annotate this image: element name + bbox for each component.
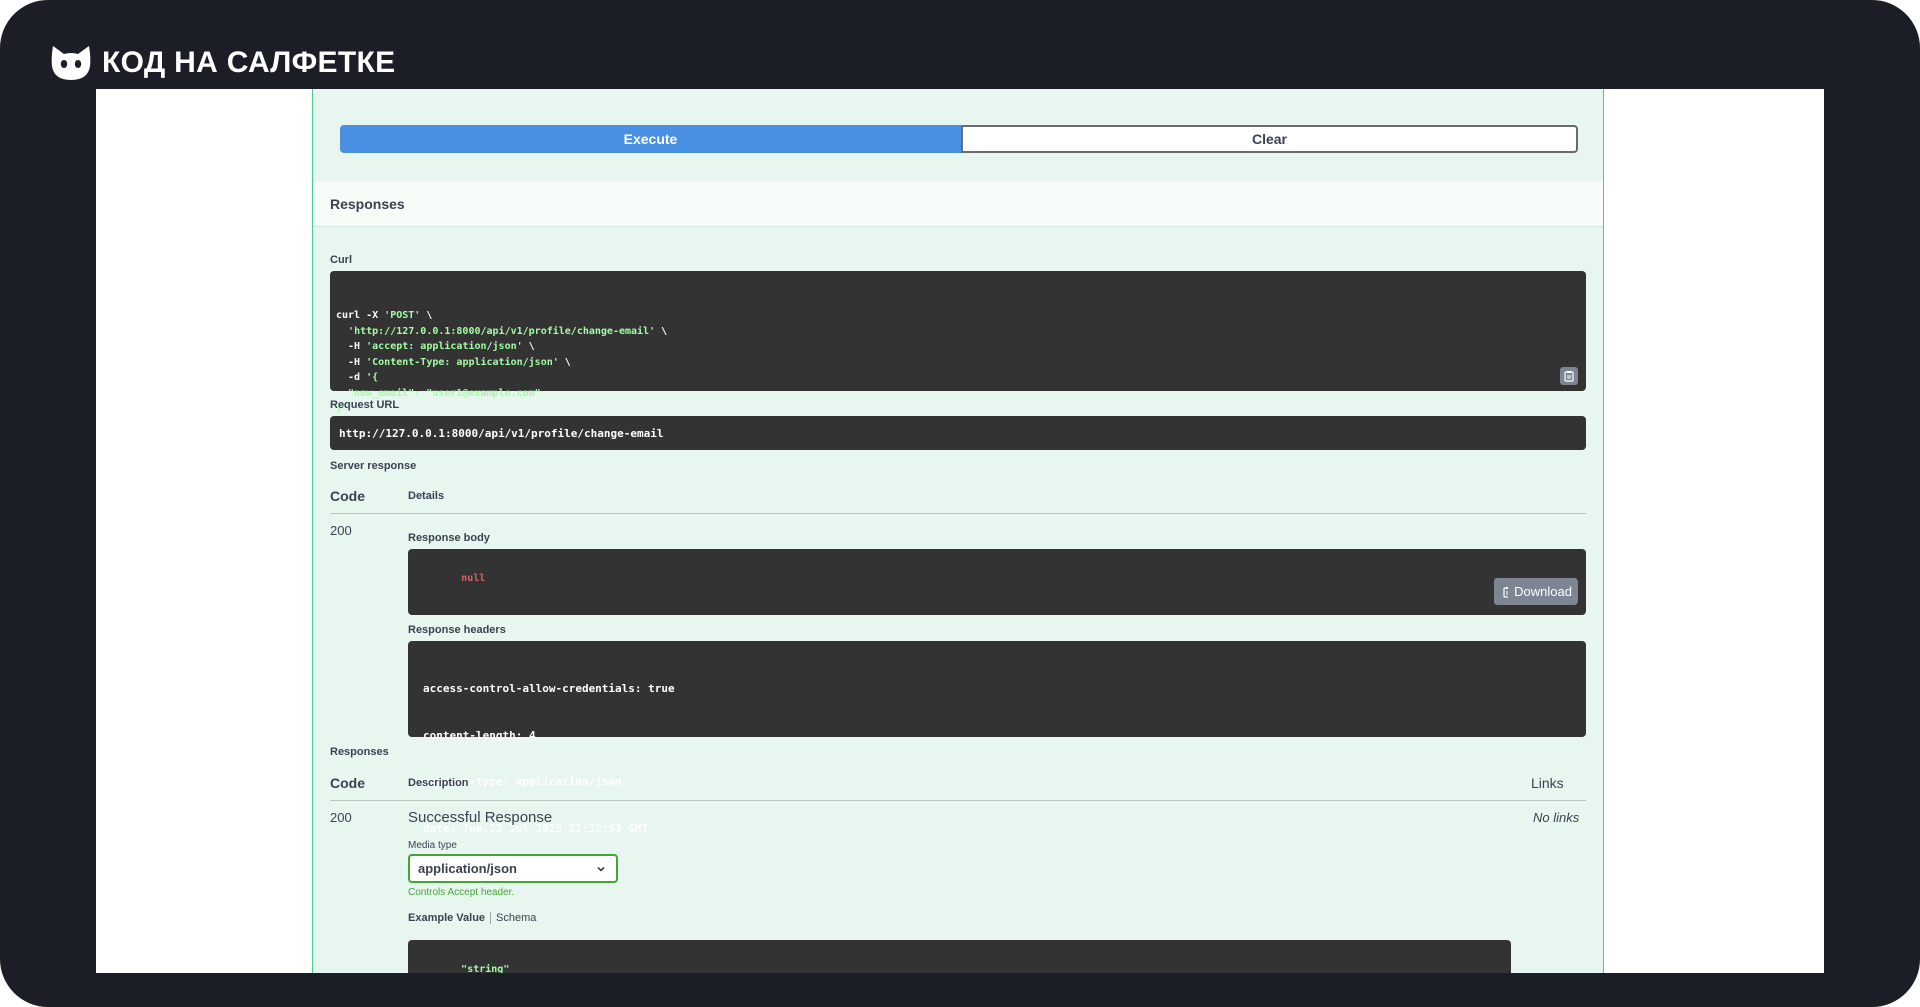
header-line: content-length: 4 bbox=[423, 728, 536, 742]
tab-schema[interactable]: Schema bbox=[496, 912, 536, 924]
curl-line-plain: -d bbox=[336, 372, 367, 383]
curl-line-plain: -H bbox=[336, 341, 367, 352]
curl-line: -d '{ bbox=[336, 370, 1580, 386]
responses-col-links: Links bbox=[1531, 775, 1564, 791]
media-type-label: Media type bbox=[408, 840, 457, 851]
curl-code-block[interactable]: curl -X 'POST' \ 'http://127.0.0.1:8000/… bbox=[330, 271, 1586, 414]
curl-line: }' bbox=[336, 401, 1580, 417]
divider bbox=[330, 800, 1586, 801]
media-type-select[interactable]: application/json bbox=[408, 854, 618, 883]
header-line: date: Tue,22 Jul 2025 21:32:53 GMT bbox=[423, 821, 649, 835]
header-line: content-type: application/json bbox=[423, 775, 622, 788]
example-value: "string" bbox=[461, 963, 510, 974]
browser-viewport: Execute Clear Responses Curl curl -X 'PO… bbox=[96, 89, 1824, 973]
copy-curl-button[interactable] bbox=[1560, 367, 1578, 385]
responses-col-description: Description bbox=[408, 777, 469, 789]
curl-line-string: 'accept: application/json' bbox=[366, 341, 523, 352]
divider bbox=[330, 513, 1586, 514]
response-body-label: Response body bbox=[408, 532, 490, 544]
curl-line-string: "new_email": "user1@example.com" bbox=[336, 387, 541, 399]
request-url-label: Request URL bbox=[330, 399, 400, 411]
curl-line: 'http://127.0.0.1:8000/api/v1/profile/ch… bbox=[336, 324, 1580, 340]
response-body-value: null bbox=[461, 572, 486, 584]
curl-line: -H 'Content-Type: application/json' \ bbox=[336, 355, 1580, 371]
brand-name: КОД НА САЛФЕТКЕ bbox=[102, 46, 396, 79]
curl-line-string: 'http://127.0.0.1:8000/api/v1/profile/ch… bbox=[348, 325, 656, 337]
chevron-down-icon bbox=[597, 866, 605, 872]
server-response-label: Server response bbox=[330, 460, 417, 472]
responses-col-code: Code bbox=[330, 775, 365, 791]
curl-line: "new_email": "user1@example.com" bbox=[336, 386, 1580, 402]
responses-title: Responses bbox=[330, 195, 405, 212]
execute-button[interactable]: Execute bbox=[340, 125, 961, 153]
curl-line-string: 'Content-Type: application/json' bbox=[366, 356, 559, 368]
curl-line: -H 'accept: application/json' \ bbox=[336, 339, 1580, 355]
curl-line-tail: \ bbox=[655, 325, 668, 337]
curl-line-tail: \ bbox=[558, 356, 571, 368]
media-type-note: Controls Accept header. bbox=[408, 887, 515, 898]
clipboard-icon bbox=[1564, 371, 1574, 382]
curl-line: curl -X 'POST' \ bbox=[336, 308, 1580, 324]
curl-line-plain bbox=[336, 326, 348, 337]
response-headers-block: access-control-allow-credentials: true c… bbox=[408, 641, 1586, 881]
response-headers-label: Response headers bbox=[408, 624, 506, 636]
example-tabs: Example Value Schema bbox=[408, 912, 536, 924]
execute-actions: Execute Clear bbox=[340, 125, 1578, 153]
responses-description: Successful Response bbox=[408, 809, 553, 826]
operation-block: Execute Clear Responses Curl curl -X 'PO… bbox=[312, 89, 1604, 973]
curl-line-tail: \ bbox=[420, 310, 433, 321]
curl-line-string: '{ bbox=[366, 372, 379, 383]
download-button[interactable]: Download bbox=[1508, 578, 1578, 605]
curl-label: Curl bbox=[330, 254, 352, 266]
curl-line-plain: -H bbox=[336, 356, 367, 368]
curl-line-plain: curl -X bbox=[336, 310, 385, 321]
curl-lines: curl -X 'POST' \ 'http://127.0.0.1:8000/… bbox=[336, 308, 1580, 417]
responses-label: Responses bbox=[330, 746, 389, 758]
example-value-block: "string" bbox=[408, 940, 1511, 973]
cat-head-icon bbox=[51, 46, 91, 80]
server-col-code: Code bbox=[330, 488, 365, 504]
app-frame: КОД НА САЛФЕТКЕ Execute Clear Responses … bbox=[0, 0, 1920, 1007]
response-body-block: null Download bbox=[408, 549, 1586, 615]
server-response-code: 200 bbox=[330, 523, 352, 538]
clear-button[interactable]: Clear bbox=[961, 125, 1578, 153]
responses-code: 200 bbox=[330, 810, 352, 825]
request-url-value: http://127.0.0.1:8000/api/v1/profile/cha… bbox=[330, 416, 1586, 450]
header-line: access-control-allow-credentials: true bbox=[423, 682, 675, 695]
media-type-value: application/json bbox=[418, 861, 517, 876]
responses-section-header: Responses bbox=[313, 181, 1603, 227]
curl-line-tail: \ bbox=[522, 341, 535, 352]
tab-separator bbox=[490, 912, 492, 924]
brand: КОД НА САЛФЕТКЕ bbox=[50, 43, 395, 83]
curl-line-string: 'POST' bbox=[384, 310, 421, 321]
responses-links: No links bbox=[1533, 810, 1580, 825]
tab-example-value[interactable]: Example Value bbox=[408, 912, 485, 924]
server-col-details: Details bbox=[408, 490, 445, 502]
